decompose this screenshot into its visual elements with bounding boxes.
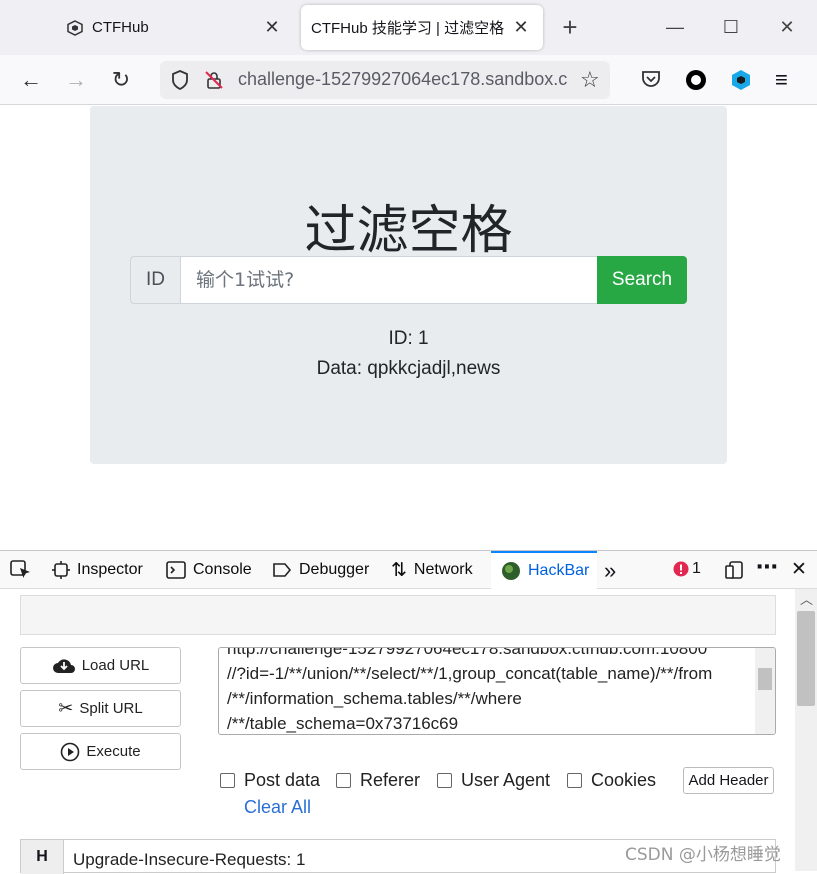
checkbox-box[interactable] <box>437 772 452 788</box>
page-content: 过滤空格 ID Search ID: 1 Data: qpkkcjadjl,ne… <box>0 106 817 550</box>
tab-label: Network <box>413 561 473 578</box>
result-id: ID: 1 <box>388 328 429 349</box>
load-url-button[interactable]: Load URL <box>20 647 181 684</box>
scroll-up-icon[interactable]: ︿ <box>800 589 813 608</box>
tab-label: Console <box>193 561 252 578</box>
post-data-checkbox[interactable]: Post data <box>220 769 320 791</box>
debugger-icon <box>272 562 292 578</box>
tab-inspector[interactable]: Inspector <box>52 551 143 589</box>
search-button[interactable]: Search <box>597 256 687 304</box>
console-icon <box>166 561 186 579</box>
extension-circle-icon[interactable] <box>684 68 708 97</box>
network-icon: ⇅ <box>391 559 407 581</box>
responsive-design-icon[interactable] <box>724 560 744 585</box>
scissors-icon: ✂ <box>58 698 74 718</box>
checkbox-box[interactable] <box>567 772 582 788</box>
close-tab-icon[interactable]: ✕ <box>511 17 531 37</box>
hackbar-panel: Load URL ✂ Split URL Execute http://chal… <box>0 589 795 874</box>
jumbotron: 过滤空格 ID Search ID: 1 Data: qpkkcjadjl,ne… <box>90 106 727 464</box>
tab-title: CTFHub <box>92 19 149 36</box>
tab-label: HackBar <box>528 562 590 579</box>
page-title: 过滤空格 <box>304 201 513 261</box>
bookmark-star-icon[interactable]: ☆ <box>580 67 600 93</box>
url-line: //?id=-1/**/union/**/select/**/1,group_c… <box>227 664 713 683</box>
element-picker-icon[interactable] <box>10 560 32 585</box>
tab-console[interactable]: Console <box>166 551 252 589</box>
url-bar[interactable]: challenge-15279927064ec178.sandbox.c ☆ <box>160 61 610 99</box>
inspector-icon <box>52 561 70 579</box>
new-tab-button[interactable]: + <box>557 12 583 42</box>
shield-icon[interactable] <box>170 69 190 96</box>
extension-cube-icon[interactable] <box>729 68 753 97</box>
button-label: Load URL <box>81 657 150 674</box>
url-text[interactable]: challenge-15279927064ec178.sandbox.c <box>238 69 573 90</box>
button-label: Split URL <box>79 700 143 717</box>
menu-icon[interactable]: ≡ <box>775 67 788 93</box>
url-line: http://challenge-15279927064ec178.sandbo… <box>227 647 708 658</box>
play-icon <box>60 742 80 762</box>
clear-all-link[interactable]: Clear All <box>244 797 311 818</box>
pocket-icon[interactable] <box>640 69 662 94</box>
tab-label: Inspector <box>77 561 143 578</box>
url-line: /**/information_schema.tables/**/where <box>227 689 522 708</box>
id-input[interactable] <box>180 256 598 304</box>
checkbox-label: Referer <box>360 769 421 790</box>
reload-icon[interactable]: ↻ <box>107 66 135 94</box>
header-value[interactable]: Upgrade-Insecure-Requests: 1 <box>73 850 305 870</box>
insecure-lock-icon[interactable] <box>204 70 224 95</box>
close-tab-icon[interactable]: ✕ <box>262 17 282 37</box>
error-icon[interactable] <box>673 561 689 582</box>
execute-button[interactable]: Execute <box>20 733 181 770</box>
url-line: /**/table_schema=0x73716c69 <box>227 714 459 733</box>
close-window-icon[interactable]: ✕ <box>774 14 800 40</box>
error-count: 1 <box>692 560 701 577</box>
ctfhub-favicon-icon <box>66 19 84 37</box>
button-label: Execute <box>86 743 141 760</box>
more-tabs-chevron-icon[interactable]: » <box>604 558 616 584</box>
id-label: ID <box>130 256 181 304</box>
split-url-button[interactable]: ✂ Split URL <box>20 690 181 727</box>
tab-network[interactable]: ⇅ Network <box>391 551 473 589</box>
devtools-panel: Inspector Console Debugger ⇅ Network Hac… <box>0 550 817 874</box>
checkbox-label: Post data <box>244 769 321 790</box>
header-key: H <box>21 840 64 874</box>
panel-scrollbar[interactable]: ︿ <box>795 589 817 871</box>
checkbox-box[interactable] <box>220 772 235 788</box>
minimize-icon[interactable]: — <box>662 14 688 40</box>
checkbox-box[interactable] <box>336 772 351 788</box>
back-icon[interactable]: ← <box>17 66 45 94</box>
checkbox-label: Cookies <box>591 769 657 790</box>
close-devtools-icon[interactable]: ✕ <box>791 558 807 581</box>
search-group: ID Search <box>130 256 687 304</box>
result-data: Data: qpkkcjadjl,news <box>316 358 501 379</box>
more-options-icon[interactable]: ⋯ <box>756 554 778 580</box>
tab-label: Debugger <box>299 561 370 578</box>
tab-ctfhub-challenge[interactable]: CTFHub 技能学习 | 过滤空格 ✕ <box>301 5 543 50</box>
forward-icon[interactable]: → <box>62 66 90 94</box>
referer-checkbox[interactable]: Referer <box>336 769 420 791</box>
tab-strip: CTFHub ✕ CTFHub 技能学习 | 过滤空格 ✕ + — ☐ ✕ <box>0 0 817 55</box>
hackbar-toolbar <box>20 595 776 635</box>
scroll-thumb[interactable] <box>797 611 815 706</box>
textarea-scrollbar[interactable] <box>755 648 775 734</box>
tab-hackbar[interactable]: HackBar <box>491 551 597 589</box>
checkbox-label: User Agent <box>461 769 551 790</box>
hackbar-icon <box>501 561 521 581</box>
tab-ctfhub[interactable]: CTFHub ✕ <box>54 5 294 50</box>
user-agent-checkbox[interactable]: User Agent <box>437 769 550 791</box>
cookies-checkbox[interactable]: Cookies <box>567 769 656 791</box>
maximize-icon[interactable]: ☐ <box>718 14 744 40</box>
tab-debugger[interactable]: Debugger <box>272 551 369 589</box>
url-textarea[interactable]: http://challenge-15279927064ec178.sandbo… <box>218 647 776 735</box>
navigation-bar: ← → ↻ challenge-15279927064ec178.sandbox… <box>0 55 817 105</box>
tab-title: CTFHub 技能学习 | 过滤空格 <box>311 20 505 37</box>
watermark: CSDN @小杨想睡觉 <box>625 845 781 865</box>
add-header-button[interactable]: Add Header <box>683 767 774 794</box>
textarea-scroll-thumb[interactable] <box>758 668 772 690</box>
devtools-toolbar: Inspector Console Debugger ⇅ Network Hac… <box>0 551 817 589</box>
cloud-download-icon <box>52 657 76 675</box>
